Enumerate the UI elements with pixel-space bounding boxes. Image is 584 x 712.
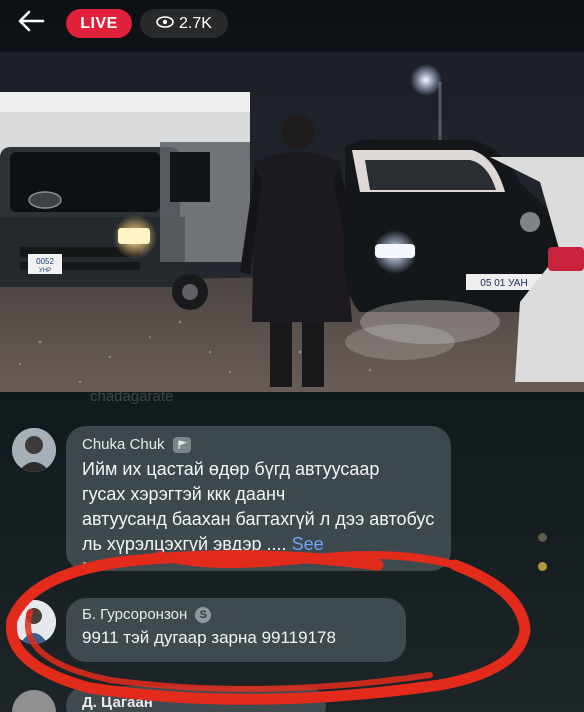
avatar[interactable] xyxy=(12,600,56,644)
badge-icon: S xyxy=(195,606,212,623)
truck-plate-sub: УНР xyxy=(39,268,51,274)
comment-text: Ийм их цастай өдөр бүгд автуусаар гусах … xyxy=(82,457,435,567)
comment-item: Б. Гурсоронзон S 9911 тэй дугаар зарна 9… xyxy=(0,596,584,666)
live-stream-screen: LIVE 2.7K 0052 УНР 05 01 УАН chadagarate… xyxy=(0,0,584,712)
comment-line: гусах хэрэгтэй ккк даанч xyxy=(82,484,286,504)
truck-plate-number: 0052 xyxy=(36,257,54,266)
comment-line: ль хүрэлцэхгүй эвдэр .... xyxy=(82,534,287,554)
avatar[interactable] xyxy=(12,690,56,712)
live-video-frame[interactable]: 0052 УНР 05 01 УАН xyxy=(0,52,584,392)
comment-line-last: ль хүрэлцэхгүй эвдэр .... See xyxy=(82,532,435,557)
avatar[interactable] xyxy=(12,428,56,472)
comment-author[interactable]: Б. Гурсоронзон S xyxy=(82,606,390,623)
comment-bubble[interactable]: Д. Цагаан xyxy=(66,686,326,712)
comment-item: Chuka Chuk Ийм их цастай өдөр бүгд автуу… xyxy=(0,420,584,571)
back-button[interactable] xyxy=(14,8,48,38)
car-plate-number: 05 01 УАН xyxy=(480,278,527,289)
comment-line: Ийм их цастай өдөр бүгд автуусаар xyxy=(82,459,380,479)
arrow-left-icon xyxy=(17,9,45,38)
viewer-count-pill: 2.7K xyxy=(140,9,228,38)
comment-author[interactable]: Chuka Chuk xyxy=(82,436,435,453)
author-name[interactable]: Б. Гурсоронзон xyxy=(82,606,187,623)
author-name[interactable]: Д. Цагаан xyxy=(82,694,153,711)
see-more-link[interactable]: See xyxy=(292,534,324,554)
faded-caption: chadagarate xyxy=(90,388,174,405)
eye-icon xyxy=(156,15,174,33)
top-bar: LIVE 2.7K xyxy=(0,0,584,48)
comment-item: Д. Цагаан xyxy=(0,684,584,712)
comment-bubble[interactable]: Chuka Chuk Ийм их цастай өдөр бүгд автуу… xyxy=(66,426,451,571)
viewer-count: 2.7K xyxy=(179,14,212,32)
live-badge: LIVE xyxy=(66,9,132,38)
comment-author[interactable]: Д. Цагаан xyxy=(82,694,310,711)
comment-bubble[interactable]: Б. Гурсоронзон S 9911 тэй дугаар зарна 9… xyxy=(66,598,406,662)
comment-trailing: M xyxy=(82,557,435,567)
flag-icon xyxy=(172,436,191,453)
comment-text: 9911 тэй дугаар зарна 99119178 xyxy=(82,628,336,647)
comment-line: автуусанд баахан багтахгүй л дээ автобус xyxy=(82,509,435,529)
author-name[interactable]: Chuka Chuk xyxy=(82,436,165,453)
live-label: LIVE xyxy=(80,14,118,32)
